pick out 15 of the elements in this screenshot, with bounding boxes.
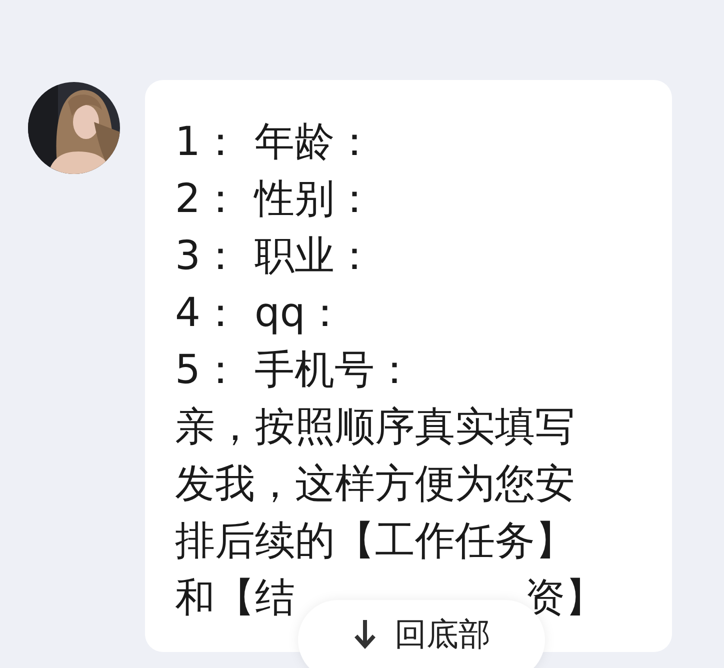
field-label: qq： (254, 289, 346, 338)
down-arrow-icon (352, 618, 376, 650)
item-number: 4： (175, 289, 240, 338)
field-label: 性别： (254, 175, 374, 224)
message-text: 和【结 (175, 574, 295, 623)
field-label: 手机号： (254, 346, 414, 395)
message-text: 亲，按照顺序真实填写 (175, 403, 575, 452)
item-number: 5： (175, 346, 240, 395)
item-number: 1： (175, 118, 240, 167)
field-label: 年龄： (254, 118, 374, 167)
item-number: 2： (175, 175, 240, 224)
message-text: 排后续的【工作任务】 (175, 517, 575, 566)
message-text: 发我，这样方便为您安 (175, 460, 575, 509)
item-number: 3： (175, 232, 240, 281)
field-label: 职业： (254, 232, 374, 281)
